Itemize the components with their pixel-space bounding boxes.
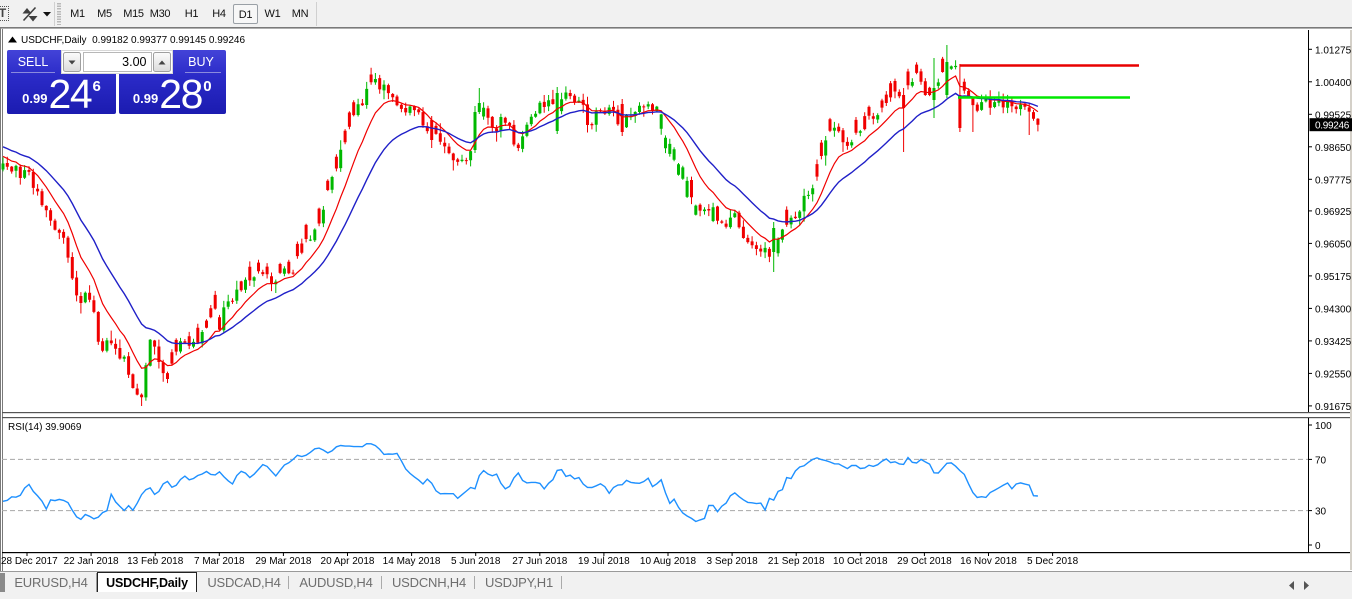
- svg-text:1.00400: 1.00400: [1315, 78, 1352, 89]
- svg-text:30: 30: [1315, 507, 1327, 518]
- svg-text:19 Jul 2018: 19 Jul 2018: [578, 556, 630, 567]
- svg-text:29 Mar 2018: 29 Mar 2018: [255, 556, 312, 567]
- svg-text:28 Dec 2017: 28 Dec 2017: [1, 556, 58, 567]
- svg-text:0.99246: 0.99246: [1315, 121, 1350, 132]
- svg-text:0.97775: 0.97775: [1315, 175, 1352, 186]
- svg-text:5 Jun 2018: 5 Jun 2018: [451, 556, 501, 567]
- svg-text:21 Sep 2018: 21 Sep 2018: [768, 556, 825, 567]
- svg-text:10 Oct 2018: 10 Oct 2018: [833, 556, 888, 567]
- svg-text:0.96925: 0.96925: [1315, 207, 1352, 218]
- svg-text:0.98650: 0.98650: [1315, 143, 1352, 154]
- svg-text:13 Feb 2018: 13 Feb 2018: [127, 556, 184, 567]
- svg-text:70: 70: [1315, 455, 1327, 466]
- svg-text:14 May 2018: 14 May 2018: [383, 556, 441, 567]
- svg-text:0.93425: 0.93425: [1315, 337, 1352, 348]
- svg-text:20 Apr 2018: 20 Apr 2018: [321, 556, 375, 567]
- svg-text:22 Jan 2018: 22 Jan 2018: [64, 556, 119, 567]
- svg-text:27 Jun 2018: 27 Jun 2018: [512, 556, 567, 567]
- svg-text:0.94300: 0.94300: [1315, 304, 1352, 315]
- svg-text:5 Dec 2018: 5 Dec 2018: [1027, 556, 1079, 567]
- svg-text:USDCHF,Daily 0.99182 0.99377: USDCHF,Daily 0.99182 0.99377 0.99145 0.9…: [21, 35, 245, 46]
- svg-text:16 Nov 2018: 16 Nov 2018: [960, 556, 1017, 567]
- svg-text:7 Mar 2018: 7 Mar 2018: [194, 556, 245, 567]
- svg-text:0.92550: 0.92550: [1315, 369, 1352, 380]
- svg-text:0.91675: 0.91675: [1315, 402, 1352, 413]
- svg-text:RSI(14) 39.9069: RSI(14) 39.9069: [8, 422, 82, 433]
- svg-text:10 Aug 2018: 10 Aug 2018: [640, 556, 697, 567]
- svg-text:0.96050: 0.96050: [1315, 239, 1352, 250]
- svg-text:3 Sep 2018: 3 Sep 2018: [707, 556, 759, 567]
- svg-text:1.01275: 1.01275: [1315, 45, 1352, 56]
- svg-text:0.95175: 0.95175: [1315, 272, 1352, 283]
- svg-text:100: 100: [1315, 421, 1332, 432]
- svg-text:0: 0: [1315, 541, 1321, 552]
- svg-text:29 Oct 2018: 29 Oct 2018: [897, 556, 952, 567]
